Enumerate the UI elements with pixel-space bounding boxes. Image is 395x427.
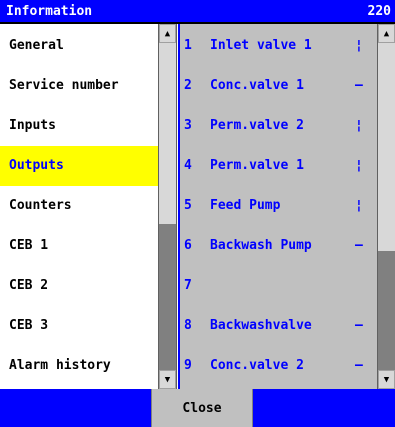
menu-item-alarm-history[interactable]: Alarm history bbox=[0, 346, 158, 386]
output-state: – bbox=[355, 358, 363, 373]
output-label: Conc.valve 2 bbox=[210, 358, 304, 373]
menu-item-service-number[interactable]: Service number bbox=[0, 66, 158, 106]
output-label: Inlet valve 1 bbox=[210, 38, 312, 53]
output-row: 7 bbox=[180, 266, 377, 306]
output-number: 6 bbox=[184, 238, 192, 253]
output-state: – bbox=[355, 78, 363, 93]
menu-item-ceb-3[interactable]: CEB 3 bbox=[0, 306, 158, 346]
output-label: Backwashvalve bbox=[210, 318, 312, 333]
output-row: 1 Inlet valve 1 ¦ bbox=[180, 26, 377, 66]
menu-item-inputs[interactable]: Inputs bbox=[0, 106, 158, 146]
outputs-list: 1 Inlet valve 1 ¦ 2 Conc.valve 1 – 3 Perm.valve… bbox=[178, 24, 377, 389]
output-label: Perm.valve 2 bbox=[210, 118, 304, 133]
screen-code: 220 bbox=[367, 4, 391, 19]
output-state: ¦ bbox=[355, 38, 363, 53]
info-menu-list: General Service number Inputs Outputs Counte… bbox=[0, 24, 158, 389]
close-button[interactable]: Close bbox=[151, 389, 253, 427]
output-row: 8 Backwashvalve – bbox=[180, 306, 377, 346]
output-state: – bbox=[355, 318, 363, 333]
menu-item-ceb-1[interactable]: CEB 1 bbox=[0, 226, 158, 266]
output-label: Conc.valve 1 bbox=[210, 78, 304, 93]
menu-item-outputs[interactable]: Outputs bbox=[0, 146, 158, 186]
menu-scroll-up-button[interactable]: ▲ bbox=[159, 24, 176, 43]
output-row: 9 Conc.valve 2 – bbox=[180, 346, 377, 386]
output-number: 7 bbox=[184, 278, 192, 293]
chevron-up-icon: ▲ bbox=[383, 28, 390, 39]
title-bar: Information 220 bbox=[0, 0, 395, 24]
window-title: Information bbox=[6, 4, 93, 19]
output-number: 8 bbox=[184, 318, 192, 333]
output-row: 4 Perm.valve 1 ¦ bbox=[180, 146, 377, 186]
output-label: Perm.valve 1 bbox=[210, 158, 304, 173]
output-row: 5 Feed Pump ¦ bbox=[180, 186, 377, 226]
output-label: Backwash Pump bbox=[210, 238, 312, 253]
output-state: ¦ bbox=[355, 118, 363, 133]
chevron-down-icon: ▼ bbox=[383, 374, 390, 385]
output-state: ¦ bbox=[355, 158, 363, 173]
output-state: – bbox=[355, 238, 363, 253]
menu-scrollbar[interactable]: ▲ ▼ bbox=[158, 24, 177, 389]
output-number: 2 bbox=[184, 78, 192, 93]
output-number: 9 bbox=[184, 358, 192, 373]
menu-scroll-thumb[interactable] bbox=[159, 43, 176, 224]
chevron-down-icon: ▼ bbox=[164, 374, 171, 385]
menu-item-general[interactable]: General bbox=[0, 26, 158, 66]
outputs-scroll-down-button[interactable]: ▼ bbox=[378, 370, 395, 389]
menu-scroll-down-button[interactable]: ▼ bbox=[159, 370, 176, 389]
output-number: 5 bbox=[184, 198, 192, 213]
output-row: 3 Perm.valve 2 ¦ bbox=[180, 106, 377, 146]
chevron-up-icon: ▲ bbox=[164, 28, 171, 39]
outputs-scroll-thumb[interactable] bbox=[378, 43, 395, 251]
output-row: 2 Conc.valve 1 – bbox=[180, 66, 377, 106]
output-number: 1 bbox=[184, 38, 192, 53]
outputs-scrollbar[interactable]: ▲ ▼ bbox=[377, 24, 395, 389]
output-row: 6 Backwash Pump – bbox=[180, 226, 377, 266]
menu-item-ceb-2[interactable]: CEB 2 bbox=[0, 266, 158, 306]
output-state: ¦ bbox=[355, 198, 363, 213]
output-number: 3 bbox=[184, 118, 192, 133]
output-label: Feed Pump bbox=[210, 198, 281, 213]
menu-item-counters[interactable]: Counters bbox=[0, 186, 158, 226]
output-number: 4 bbox=[184, 158, 192, 173]
outputs-scroll-up-button[interactable]: ▲ bbox=[378, 24, 395, 43]
